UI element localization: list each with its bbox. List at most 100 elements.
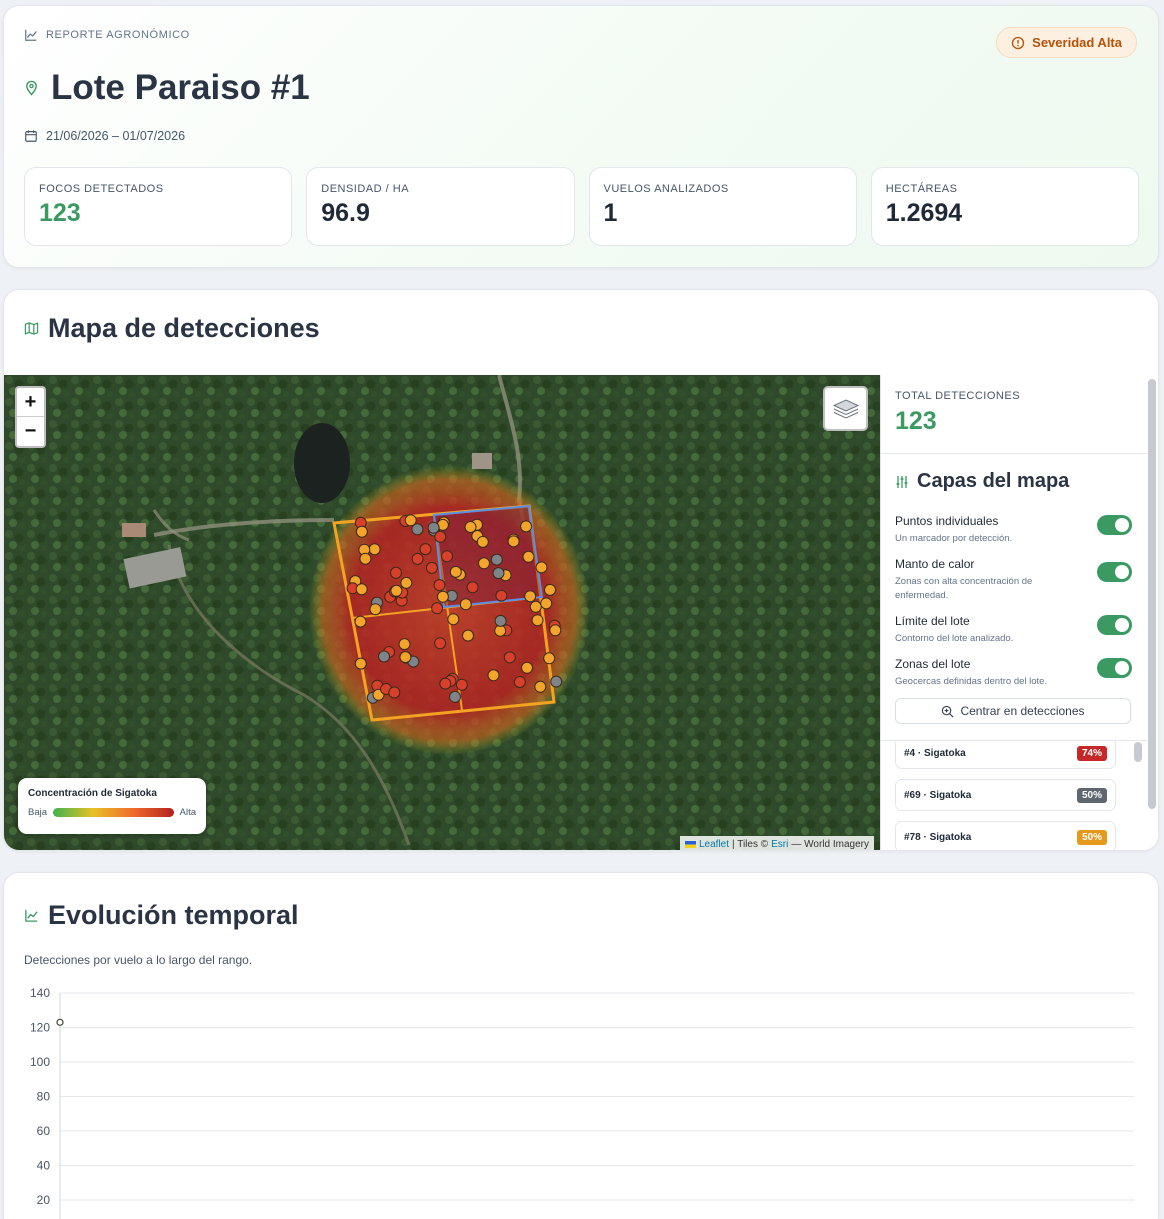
detection-marker[interactable] [359,552,372,565]
detection-marker[interactable] [503,651,516,664]
detection-marker[interactable] [507,535,520,548]
detection-marker[interactable] [462,629,474,642]
detection-marker[interactable] [490,553,503,566]
detection-marker[interactable] [390,584,403,597]
detection-marker[interactable] [521,661,533,674]
data-point[interactable] [56,1018,64,1026]
detection-marker[interactable] [354,615,367,628]
layer-toggle-zonas[interactable] [1097,658,1132,678]
detection-marker[interactable] [478,557,490,570]
detection-marker[interactable] [459,598,472,611]
stat-label: DENSIDAD / HA [321,183,410,195]
zoom-out-button[interactable]: − [17,417,44,446]
list-item[interactable]: #78 · Sigatoka 50% [895,821,1116,850]
detection-marker[interactable] [544,583,556,596]
detection-confidence-badge: 74% [1076,745,1107,761]
detection-marker[interactable] [455,678,468,691]
zoom-in-button[interactable]: + [17,388,44,417]
detection-marker[interactable] [495,589,508,602]
stat-card-densidad: DENSIDAD / HA 96.9 [306,167,575,246]
stat-value: 1 [603,199,618,227]
detection-marker[interactable] [449,565,462,578]
detection-marker[interactable] [368,543,381,556]
detection-marker[interactable] [494,614,507,627]
detection-marker[interactable] [535,561,548,574]
stat-card-vuelos: VUELOS ANALIZADOS 1 [588,167,857,246]
leaflet-link[interactable]: Leaflet [699,839,729,850]
center-detections-button[interactable]: Centrar en detecciones [895,698,1131,724]
list-item[interactable]: #69 · Sigatoka 50% [895,779,1116,811]
detection-marker[interactable] [355,525,368,538]
layer-toggle-calor[interactable] [1097,562,1132,582]
detection-marker[interactable] [378,650,390,663]
chart-section-title: Evolución temporal [24,900,299,931]
legend-gradient [53,808,174,817]
detection-marker[interactable] [399,651,412,664]
chart-title: Evolución temporal [48,900,299,930]
detection-marker[interactable] [540,597,553,610]
detection-marker[interactable] [425,561,438,574]
detection-marker[interactable] [534,680,547,693]
layers-title: Capas del mapa [917,470,1070,492]
detection-marker[interactable] [411,552,424,565]
detection-marker[interactable] [354,657,367,670]
detection-marker[interactable] [449,690,461,703]
list-scrollbar[interactable] [1134,742,1142,762]
panel-scrollbar[interactable] [1148,379,1156,809]
detection-marker[interactable] [404,514,417,527]
detection-marker[interactable] [520,520,533,533]
detection-marker[interactable] [390,566,402,579]
detection-marker[interactable] [398,638,411,651]
attribution-imagery: — World Imagery [791,838,869,850]
detection-marker[interactable] [427,521,440,534]
detection-marker[interactable] [431,602,444,615]
detection-marker[interactable] [369,603,382,616]
temporal-line-chart: 140 120 100 80 60 40 20 [30,986,1134,1219]
detection-marker[interactable] [522,550,535,563]
detection-marker[interactable] [513,676,526,688]
list-item[interactable]: #4 · Sigatoka 74% [895,741,1116,769]
y-tick-label: 60 [37,1124,51,1138]
detections-list: #4 · Sigatoka 74% #69 · Sigatoka 50% #78… [881,740,1147,850]
detection-marker[interactable] [436,590,449,603]
map-card: Mapa de detecciones + − Concentración de… [3,289,1159,851]
detection-marker[interactable] [476,535,489,548]
zoom-control: + − [15,386,46,448]
detection-marker[interactable] [466,581,479,594]
detection-marker[interactable] [447,613,460,626]
detection-marker[interactable] [550,675,563,688]
severity-badge: Severidad Alta [996,27,1137,58]
report-eyebrow: REPORTE AGRONÓMICO [24,28,190,42]
y-tick-label: 140 [30,986,50,1000]
detection-marker[interactable] [529,600,542,613]
detection-marker[interactable] [549,624,562,637]
layer-desc: Contorno del lote analizado. [895,633,1014,644]
detection-marker[interactable] [492,567,505,580]
layer-limite: Límite del lote Contorno del lote analiz… [895,614,1135,646]
layer-toggle-limite[interactable] [1097,615,1132,635]
attribution-tiles: | Tiles © [732,838,769,850]
detection-marker[interactable] [487,669,500,682]
stat-card-focos: FOCOS DETECTADOS 123 [24,167,293,246]
detection-marker[interactable] [543,652,556,665]
detection-marker[interactable] [524,590,537,603]
layers-control-button[interactable] [823,386,868,431]
heatmap-legend: Concentración de Sigatoka Baja Alta [18,778,206,834]
detection-marker[interactable] [355,583,368,596]
stat-value: 123 [39,199,81,227]
detection-marker[interactable] [464,521,477,533]
detection-marker[interactable] [388,686,401,699]
detection-marker[interactable] [400,576,413,589]
detection-marker[interactable] [439,677,452,690]
detection-marker[interactable] [419,543,432,556]
map-view[interactable]: + − Concentración de Sigatoka Baja Alta … [4,375,880,850]
detection-marker[interactable] [433,579,446,592]
map-section-title: Mapa de detecciones [24,313,320,344]
location-pin-icon [26,80,37,96]
esri-link[interactable]: Esri [771,839,788,850]
detection-marker[interactable] [531,614,544,627]
detection-marker[interactable] [441,550,453,563]
trend-chart-icon [25,909,38,922]
layer-toggle-puntos[interactable] [1097,515,1132,535]
detection-marker[interactable] [434,637,447,650]
